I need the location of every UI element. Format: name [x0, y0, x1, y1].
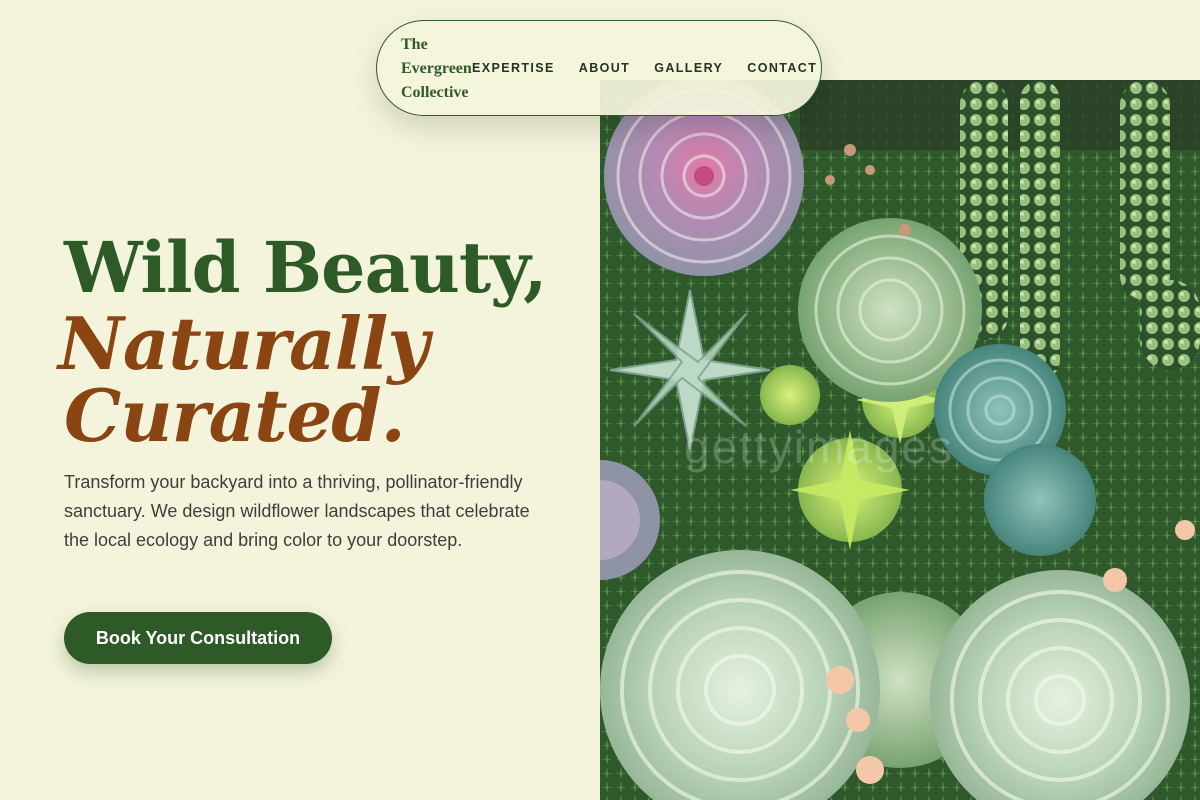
book-consultation-button[interactable]: Book Your Consultation	[64, 612, 332, 664]
nav-link-gallery[interactable]: GALLERY	[654, 61, 723, 75]
hero-title-line1: Wild Beauty,	[64, 226, 548, 309]
nav-links: EXPERTISE ABOUT GALLERY CONTACT	[472, 61, 817, 75]
nav-link-expertise[interactable]: EXPERTISE	[472, 61, 555, 75]
hero-title-line3: Curated.	[64, 373, 406, 458]
hero-description: Transform your backyard into a thriving,…	[64, 472, 530, 550]
succulent-illustration	[600, 80, 1200, 800]
brand-logo[interactable]: The Evergreen Collective	[401, 33, 481, 105]
hero-image: gettyimages	[600, 80, 1200, 800]
hero-title: Wild Beauty, Naturally Curated.	[58, 226, 548, 458]
nav-bar: The Evergreen Collective EXPERTISE ABOUT…	[376, 20, 822, 116]
nav-link-about[interactable]: ABOUT	[579, 61, 630, 75]
hero-title-line2: Naturally	[58, 301, 429, 386]
nav-link-contact[interactable]: CONTACT	[747, 61, 817, 75]
